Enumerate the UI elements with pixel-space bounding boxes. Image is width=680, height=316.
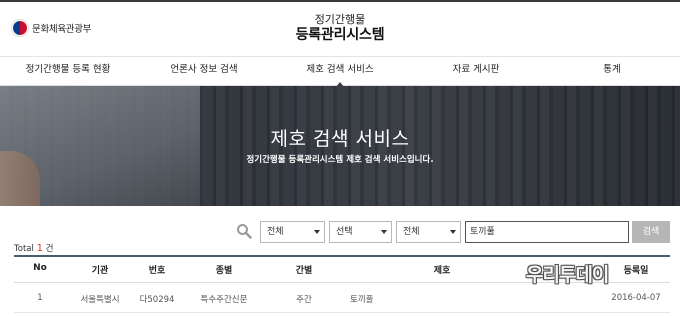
search-icon	[237, 224, 252, 239]
chevron-down-icon	[314, 230, 320, 234]
total-unit: 건	[45, 244, 54, 254]
col-header-type: 종별	[215, 266, 233, 276]
total-label: Total	[14, 244, 34, 254]
col-header-agency: 기관	[91, 266, 109, 276]
main-nav: 정기간행물 등록 현황 언론사 정보 검색 제호 검색 서비스 자료 게시판 통…	[0, 58, 680, 87]
cell-no: 1	[37, 293, 43, 303]
table-row[interactable]: 1 서울특별시 다50294 특수주간신문 주간 토끼풀 2016-04-07	[14, 283, 670, 313]
type-select-value: 선택	[336, 227, 353, 237]
nav-item-title-search[interactable]: 제호 검색 서비스	[272, 58, 408, 87]
site-title-line2: 등록관리시스템	[295, 26, 385, 43]
nav-item-board[interactable]: 자료 게시판	[408, 58, 544, 85]
hero-title: 제호 검색 서비스	[270, 128, 410, 150]
chevron-down-icon	[381, 230, 387, 234]
category-select-value: 전체	[267, 227, 284, 237]
col-header-no: No	[33, 263, 47, 273]
nav-item-registration-status[interactable]: 정기간행물 등록 현황	[0, 58, 136, 85]
chevron-down-icon	[450, 230, 456, 234]
hero-subtitle: 정기간행물 등록관리시스템 제호 검색 서비스입니다.	[246, 155, 434, 165]
nav-item-press-search[interactable]: 언론사 정보 검색	[136, 58, 272, 85]
col-header-period: 간별	[295, 266, 313, 276]
cell-type: 특수주간신문	[200, 295, 248, 305]
col-header-date: 등록일	[623, 266, 649, 276]
result-total: Total 1 건	[14, 242, 53, 254]
cell-agency: 서울특별시	[80, 295, 120, 305]
cell-number: 다50294	[139, 295, 175, 305]
field-select-value: 전체	[403, 227, 420, 237]
col-header-title: 제호	[433, 266, 451, 276]
col-header-number: 번호	[148, 266, 166, 276]
search-button[interactable]: 검색	[632, 221, 670, 243]
cell-date: 2016-04-07	[611, 293, 661, 303]
hero-banner: 제호 검색 서비스 정기간행물 등록관리시스템 제호 검색 서비스입니다.	[0, 86, 680, 206]
cell-period: 주간	[296, 295, 312, 305]
site-header: 문화체육관광부 정기간행물 등록관리시스템	[0, 2, 680, 57]
site-title[interactable]: 정기간행물 등록관리시스템	[0, 13, 680, 43]
watermark: 우리투데이	[526, 264, 609, 286]
field-select[interactable]: 전체	[396, 221, 461, 243]
category-select[interactable]: 전체	[260, 221, 325, 243]
site-title-line1: 정기간행물	[314, 13, 366, 26]
total-count: 1	[36, 243, 43, 254]
nav-item-statistics[interactable]: 통계	[544, 58, 680, 85]
search-input[interactable]: 토끼풀	[465, 221, 629, 243]
cell-title-link[interactable]: 토끼풀	[332, 293, 552, 305]
type-select[interactable]: 선택	[329, 221, 392, 243]
